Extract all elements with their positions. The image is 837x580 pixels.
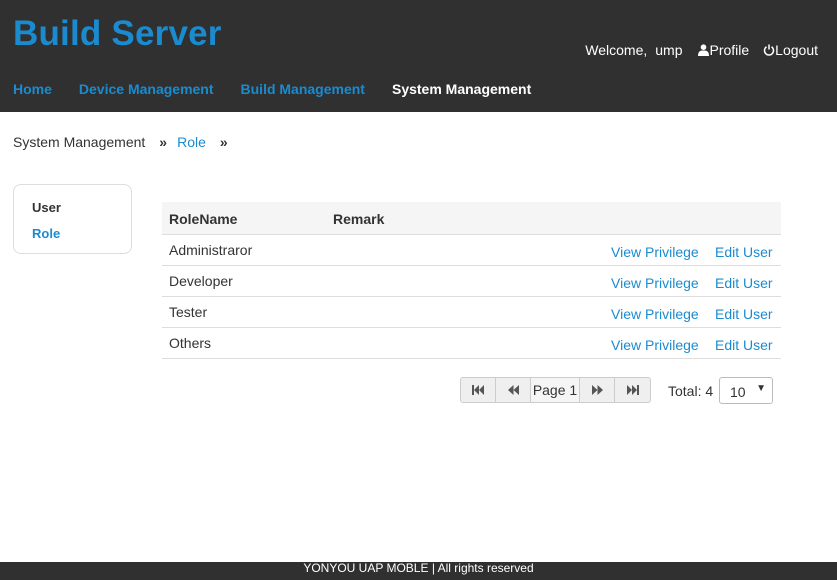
- logout-label: Logout: [775, 42, 818, 58]
- role-name: Developer: [169, 273, 233, 289]
- nav-device-management[interactable]: Device Management: [79, 81, 214, 97]
- last-page-icon: [626, 385, 639, 395]
- page-indicator: Page 1: [531, 378, 580, 402]
- role-name: Administraror: [169, 242, 253, 258]
- edit-user-link[interactable]: Edit User: [715, 244, 773, 260]
- breadcrumb-current[interactable]: Role: [177, 134, 206, 150]
- fast-forward-icon: [591, 385, 603, 395]
- table-row: Developer View Privilege Edit User: [162, 266, 781, 297]
- breadcrumb-separator: »: [219, 134, 228, 150]
- first-page-button[interactable]: [461, 378, 496, 402]
- brand-title: Build Server: [13, 14, 222, 53]
- nav-home[interactable]: Home: [13, 81, 52, 97]
- sidebar: User Role: [13, 184, 132, 254]
- nav-build-management[interactable]: Build Management: [241, 81, 365, 97]
- profile-link[interactable]: Profile: [698, 42, 749, 58]
- footer: YONYOU UAP MOBLE | All rights reserved: [0, 562, 837, 580]
- last-page-button[interactable]: [615, 378, 650, 402]
- sidebar-item-role[interactable]: Role: [32, 226, 60, 241]
- rewind-icon: [507, 385, 519, 395]
- role-name: Tester: [169, 304, 208, 320]
- role-name: Others: [169, 335, 212, 351]
- table-header: RoleName Remark: [162, 202, 781, 235]
- edit-user-link[interactable]: Edit User: [715, 337, 773, 353]
- footer-text: YONYOU UAP MOBLE | All rights reserved: [303, 561, 534, 575]
- prev-page-button[interactable]: [496, 378, 531, 402]
- view-privilege-link[interactable]: View Privilege: [611, 337, 699, 353]
- username: ump: [655, 42, 683, 58]
- table-row: Tester View Privilege Edit User: [162, 297, 781, 328]
- breadcrumb-separator: »: [159, 134, 168, 150]
- user-icon: [698, 44, 710, 56]
- nav-system-management[interactable]: System Management: [392, 81, 531, 97]
- pagination: Page 1: [460, 377, 651, 403]
- user-bar: Welcome, ump Profile Logout: [585, 42, 818, 58]
- total-count: Total: 4: [668, 383, 714, 399]
- profile-label: Profile: [709, 42, 750, 58]
- sidebar-item-user[interactable]: User: [32, 200, 61, 215]
- page-size-select[interactable]: 10 ▼: [719, 377, 773, 404]
- top-header: Build Server Welcome, ump Profile Logout…: [0, 0, 837, 112]
- edit-user-link[interactable]: Edit User: [715, 275, 773, 291]
- logout-link[interactable]: Logout: [763, 42, 818, 58]
- table-row: Administraror View Privilege Edit User: [162, 235, 781, 266]
- breadcrumb-root[interactable]: System Management: [13, 134, 145, 150]
- welcome-text: Welcome,: [585, 42, 648, 58]
- dropdown-arrow-icon: ▼: [756, 383, 766, 394]
- breadcrumb: System Management » Role »: [13, 134, 238, 150]
- power-icon: [764, 44, 775, 56]
- role-table: RoleName Remark Administraror View Privi…: [162, 202, 781, 359]
- view-privilege-link[interactable]: View Privilege: [611, 244, 699, 260]
- column-header-remark: Remark: [333, 211, 385, 227]
- view-privilege-link[interactable]: View Privilege: [611, 306, 699, 322]
- main-nav: Home Device Management Build Management …: [13, 81, 558, 97]
- view-privilege-link[interactable]: View Privilege: [611, 275, 699, 291]
- edit-user-link[interactable]: Edit User: [715, 306, 773, 322]
- column-header-rolename: RoleName: [169, 211, 238, 227]
- page-size-value: 10: [730, 384, 746, 400]
- next-page-button[interactable]: [580, 378, 615, 402]
- table-row: Others View Privilege Edit User: [162, 328, 781, 359]
- first-page-icon: [472, 385, 484, 395]
